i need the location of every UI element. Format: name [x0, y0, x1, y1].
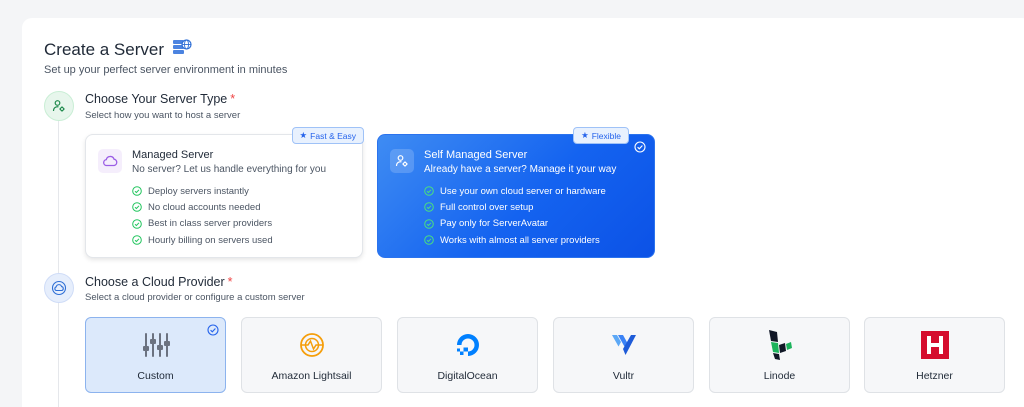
self-managed-server-option[interactable]: ★ Flexible Self Managed Server Already ha… — [377, 127, 655, 258]
cloud-icon — [98, 149, 122, 173]
provider-digitalocean[interactable]: DigitalOcean — [397, 317, 538, 393]
feature-item: Use your own cloud server or hardware — [424, 183, 606, 199]
step1-user-gear-icon — [44, 91, 74, 121]
feature-item: Works with almost all server providers — [424, 232, 606, 248]
feature-item: Deploy servers instantly — [132, 183, 273, 199]
feature-item: Best in class server providers — [132, 216, 273, 232]
star-icon: ★ — [299, 130, 308, 140]
provider-hetzner[interactable]: Hetzner — [864, 317, 1005, 393]
step1-title: Choose Your Server Type * — [85, 92, 236, 106]
server-globe-icon — [172, 38, 192, 61]
selected-check-icon — [207, 324, 219, 336]
selected-check-icon — [634, 141, 646, 153]
flexible-badge: ★ Flexible — [573, 127, 629, 144]
feature-item: No cloud accounts needed — [132, 199, 273, 215]
check-circle-icon — [132, 202, 142, 213]
sliders-icon — [141, 330, 171, 360]
lightsail-logo-icon — [297, 330, 327, 360]
feature-item: Hourly billing on servers used — [132, 232, 273, 248]
check-circle-icon — [424, 218, 434, 229]
feature-item: Pay only for ServerAvatar — [424, 216, 606, 232]
page-title: Create a Server — [44, 38, 192, 61]
check-circle-icon — [132, 235, 142, 245]
feature-item: Full control over setup — [424, 199, 606, 215]
step-connector-line — [58, 120, 59, 407]
self-managed-server-subtitle: Already have a server? Manage it your wa… — [424, 164, 617, 175]
self-managed-feature-list: Use your own cloud server or hardware Fu… — [424, 183, 606, 248]
provider-amazon-lightsail[interactable]: Amazon Lightsail — [241, 317, 382, 393]
check-circle-icon — [424, 202, 434, 213]
provider-custom[interactable]: Custom — [85, 317, 226, 393]
fast-easy-badge: ★ Fast & Easy — [291, 127, 364, 144]
star-icon: ★ — [581, 130, 589, 140]
digitalocean-logo-icon — [453, 330, 483, 360]
linode-logo-icon — [765, 330, 795, 360]
check-circle-icon — [424, 235, 434, 245]
managed-feature-list: Deploy servers instantly No cloud accoun… — [132, 183, 273, 248]
user-gear-icon — [390, 149, 414, 173]
check-circle-icon — [424, 186, 434, 196]
provider-vultr[interactable]: Vultr — [553, 317, 694, 393]
page-subtitle: Set up your perfect server environment i… — [44, 64, 288, 76]
managed-server-option[interactable]: ★ Fast & Easy Managed Server No server? L… — [85, 127, 364, 258]
step2-cloud-icon — [44, 273, 74, 303]
self-managed-server-title: Self Managed Server — [424, 149, 528, 161]
check-circle-icon — [132, 186, 142, 196]
vultr-logo-icon — [609, 330, 639, 360]
managed-server-title: Managed Server — [132, 149, 214, 161]
step2-description: Select a cloud provider or configure a c… — [85, 292, 305, 303]
check-circle-icon — [132, 218, 142, 229]
provider-linode[interactable]: Linode — [709, 317, 850, 393]
hetzner-logo-icon — [920, 330, 950, 360]
step1-description: Select how you want to host a server — [85, 110, 241, 121]
step2-title: Choose a Cloud Provider * — [85, 275, 233, 289]
managed-server-subtitle: No server? Let us handle everything for … — [132, 164, 326, 175]
